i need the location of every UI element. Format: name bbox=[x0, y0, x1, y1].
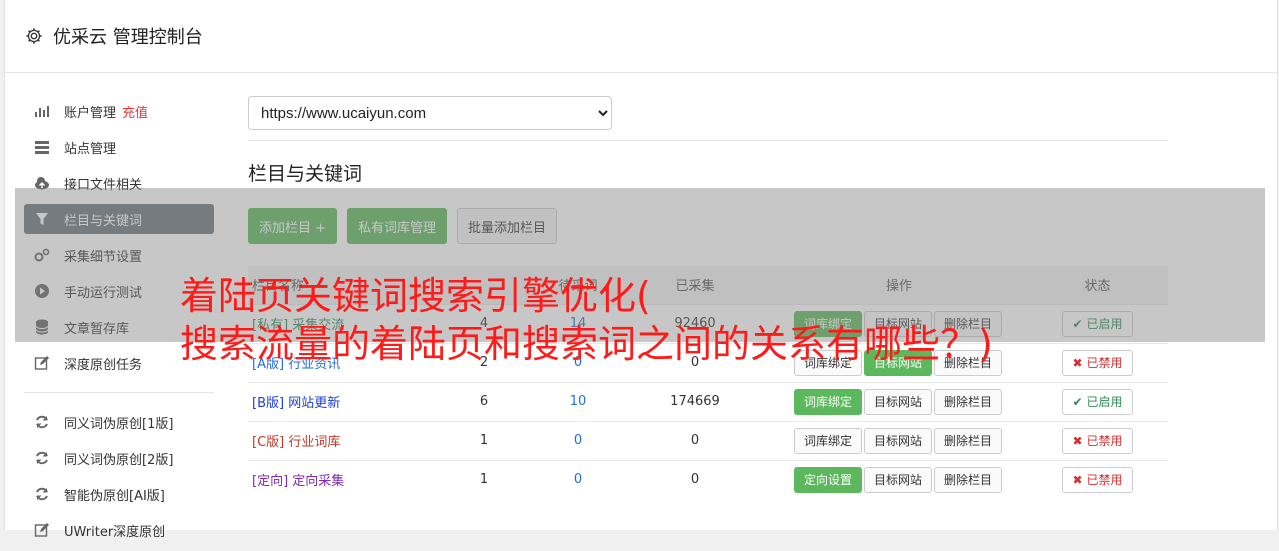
status-cell: ✖ 已禁用 bbox=[1027, 343, 1168, 382]
overlay-line-1: 着陆页关键词搜索引擎优化( bbox=[180, 274, 651, 318]
cross-icon: ✖ bbox=[1072, 433, 1083, 448]
overlay-line-2: 搜索流量的着陆页和搜索词之间的关系有哪些？) bbox=[180, 322, 993, 366]
refresh-icon bbox=[34, 414, 50, 430]
cell-c4: 0 bbox=[690, 472, 700, 488]
cell-c2: 1 bbox=[479, 433, 489, 448]
status-label: 已禁用 bbox=[1086, 434, 1123, 448]
overlay-headline: 着陆页关键词搜索引擎优化( 搜索流量的着陆页和搜索词之间的关系有哪些？) bbox=[180, 272, 993, 368]
sidebar-item-label: 深度原创任务 bbox=[64, 357, 143, 373]
server-icon bbox=[34, 139, 50, 155]
bar-chart-icon bbox=[34, 103, 50, 119]
delete-column-button[interactable]: 删除栏目 bbox=[934, 466, 1003, 493]
bind-lexicon-button[interactable]: 词库绑定 bbox=[793, 388, 862, 415]
table-row: [B版] 网站更新 6 10 174669 词库绑定 目标网站 删除栏目 ✔ 已启用 bbox=[248, 382, 1168, 421]
status-disabled-button[interactable]: ✖ 已禁用 bbox=[1061, 427, 1134, 454]
table-row: [定向] 定向采集 1 0 0 定向设置 目标网站 删除栏目 ✖ 已禁用 bbox=[248, 460, 1168, 499]
section-title: 栏目与关键词 bbox=[248, 163, 363, 185]
column-tag: [C版] bbox=[252, 435, 285, 450]
sidebar-item-label: 智能伪原创[AI版] bbox=[64, 488, 165, 504]
cell-c4: 174669 bbox=[670, 394, 720, 409]
sidebar-divider bbox=[24, 392, 214, 393]
status-disabled-button[interactable]: ✖ 已禁用 bbox=[1061, 466, 1134, 493]
column-tag: [定向] bbox=[252, 474, 289, 490]
delete-column-button[interactable]: 删除栏目 bbox=[934, 427, 1003, 454]
cell-c3[interactable]: 0 bbox=[537, 460, 619, 499]
status-cell: ✖ 已禁用 bbox=[1027, 460, 1168, 499]
refresh-icon bbox=[34, 486, 50, 502]
column-tag: [B版] bbox=[252, 396, 285, 411]
sidebar-item-synonym-2[interactable]: 同义词伪原创[2版] bbox=[24, 443, 214, 473]
status-label: 已启用 bbox=[1086, 395, 1123, 409]
cell-c2: 1 bbox=[479, 472, 489, 488]
column-name-cell[interactable]: [B版] 网站更新 bbox=[248, 382, 431, 421]
cell-c3[interactable]: 0 bbox=[537, 421, 619, 460]
status-cell: ✔ 已启用 bbox=[1027, 382, 1168, 421]
refresh-icon bbox=[34, 450, 50, 466]
sidebar-item-label: 站点管理 bbox=[64, 141, 117, 157]
sidebar-item-account[interactable]: 账户管理 充值 bbox=[24, 96, 214, 126]
column-name[interactable]: 网站更新 bbox=[288, 396, 340, 411]
site-select[interactable]: https://www.ucaiyun.com bbox=[248, 96, 612, 130]
delete-column-button[interactable]: 删除栏目 bbox=[934, 388, 1003, 415]
check-icon: ✔ bbox=[1072, 394, 1083, 409]
cell-c3[interactable]: 10 bbox=[537, 382, 619, 421]
status-label: 已禁用 bbox=[1086, 356, 1123, 370]
status-disabled-button[interactable]: ✖ 已禁用 bbox=[1061, 349, 1134, 376]
table-row: [C版] 行业词库 1 0 0 词库绑定 目标网站 删除栏目 ✖ 已禁用 bbox=[248, 421, 1168, 460]
edit-icon bbox=[34, 355, 50, 371]
recharge-link[interactable]: 充值 bbox=[122, 102, 148, 121]
target-site-button[interactable]: 目标网站 bbox=[863, 427, 932, 454]
directed-settings-button[interactable]: 定向设置 bbox=[793, 466, 862, 493]
target-site-button[interactable]: 目标网站 bbox=[863, 466, 932, 493]
column-name[interactable]: 行业词库 bbox=[288, 435, 340, 450]
edit-icon bbox=[34, 522, 50, 538]
column-name-cell[interactable]: [定向] 定向采集 bbox=[248, 460, 431, 499]
page-header: 优采云 管理控制台 bbox=[5, 0, 1277, 73]
column-name-cell[interactable]: [C版] 行业词库 bbox=[248, 421, 431, 460]
ops-cell: 词库绑定 目标网站 删除栏目 bbox=[771, 382, 1027, 421]
ops-cell: 定向设置 目标网站 删除栏目 bbox=[771, 460, 1027, 499]
sidebar-item-label: 同义词伪原创[1版] bbox=[64, 416, 174, 432]
cross-icon: ✖ bbox=[1072, 472, 1083, 487]
sidebar-item-label: 账户管理 bbox=[64, 105, 117, 121]
sidebar-item-label: 同义词伪原创[2版] bbox=[64, 452, 174, 468]
cell-c4: 0 bbox=[690, 433, 700, 448]
divider bbox=[248, 140, 1168, 141]
page-title: 优采云 管理控制台 bbox=[53, 27, 203, 48]
sidebar-item-sites[interactable]: 站点管理 bbox=[24, 132, 214, 162]
ops-cell: 词库绑定 目标网站 删除栏目 bbox=[771, 421, 1027, 460]
status-cell: ✖ 已禁用 bbox=[1027, 421, 1168, 460]
sidebar-item-label: UWriter深度原创 bbox=[64, 524, 166, 540]
column-name[interactable]: 定向采集 bbox=[292, 474, 344, 489]
cross-icon: ✖ bbox=[1072, 355, 1083, 370]
sidebar-item-synonym-1[interactable]: 同义词伪原创[1版] bbox=[24, 407, 214, 437]
gear-icon bbox=[26, 28, 42, 44]
bind-lexicon-button[interactable]: 词库绑定 bbox=[793, 427, 862, 454]
sidebar-item-ai-rewrite[interactable]: 智能伪原创[AI版] bbox=[24, 479, 214, 509]
status-label: 已禁用 bbox=[1086, 473, 1123, 488]
status-enabled-button[interactable]: ✔ 已启用 bbox=[1061, 388, 1134, 415]
target-site-button[interactable]: 目标网站 bbox=[863, 388, 932, 415]
cell-c2: 6 bbox=[479, 394, 489, 409]
sidebar-item-uwriter[interactable]: UWriter深度原创 bbox=[24, 515, 214, 545]
